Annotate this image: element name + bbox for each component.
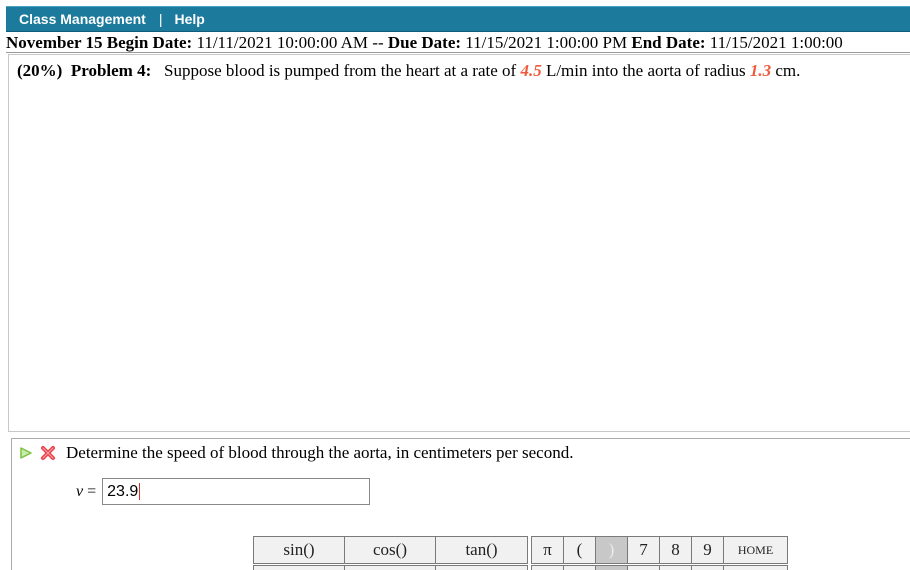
due-date-label: Due Date:	[387, 33, 462, 52]
problem-text-middle: L/min into the aorta of radius	[545, 61, 746, 80]
radius-variable: 1.3	[749, 61, 772, 80]
right-paren-key[interactable]: )	[595, 536, 628, 564]
class-management-link[interactable]: Class Management	[19, 11, 146, 27]
top-navigation-bar: Class Management | Help	[6, 6, 910, 32]
assignment-name: November 15	[6, 33, 103, 52]
help-link[interactable]: Help	[174, 11, 204, 27]
answer-row: v = 23.9	[76, 478, 371, 505]
end-date-value: 11/15/2021 1:00:00	[709, 33, 843, 52]
pi-key[interactable]: π	[531, 536, 564, 564]
answer-input[interactable]: 23.9	[102, 478, 371, 505]
keypad-row2-key[interactable]	[691, 565, 724, 570]
problem-weight: (20%)	[17, 61, 63, 80]
left-paren-key[interactable]: (	[563, 536, 596, 564]
part-question: Determine the speed of blood through the…	[66, 443, 574, 462]
keypad-row2-key[interactable]	[659, 565, 692, 570]
begin-date-value: 11/11/2021 10:00:00 AM	[196, 33, 369, 52]
nine-key[interactable]: 9	[691, 536, 724, 564]
keypad-row2-key[interactable]	[563, 565, 596, 570]
answer-label: v =	[76, 483, 96, 501]
dates-dash: --	[372, 33, 384, 52]
assignment-dates-line: November 15 Begin Date: 11/11/2021 10:00…	[6, 33, 910, 53]
incorrect-icon	[40, 445, 56, 461]
keypad-row2-key[interactable]	[344, 565, 436, 570]
answer-value: 23.9	[107, 482, 139, 500]
text-caret	[139, 483, 141, 500]
problem-text-after: cm.	[775, 61, 801, 80]
problem-statement-box: (20%) Problem 4: Suppose blood is pumped…	[8, 54, 910, 432]
problem-statement: (20%) Problem 4: Suppose blood is pumped…	[17, 61, 800, 81]
begin-date-label: Begin Date:	[106, 33, 193, 52]
eight-key[interactable]: 8	[659, 536, 692, 564]
keypad-row2-key[interactable]	[627, 565, 660, 570]
rate-variable: 4.5	[520, 61, 542, 80]
keypad-row2-key[interactable]	[723, 565, 788, 570]
keypad-row2-key[interactable]	[435, 565, 528, 570]
sin-key[interactable]: sin()	[253, 536, 345, 564]
play-icon[interactable]	[18, 445, 34, 461]
problem-text-before: Suppose blood is pumped from the heart a…	[164, 61, 517, 80]
due-date-value: 11/15/2021 1:00:00 PM	[465, 33, 628, 52]
tan-key[interactable]: tan()	[435, 536, 528, 564]
cos-key[interactable]: cos()	[344, 536, 436, 564]
answer-variable: v	[76, 482, 84, 500]
keypad-row2-key[interactable]	[595, 565, 628, 570]
part-header: Determine the speed of blood through the…	[18, 443, 573, 463]
part-box: Determine the speed of blood through the…	[11, 438, 910, 570]
problem-label: Problem 4:	[70, 61, 152, 80]
home-key[interactable]: HOME	[723, 536, 788, 564]
answer-equals: =	[87, 482, 97, 500]
seven-key[interactable]: 7	[627, 536, 660, 564]
nav-separator: |	[158, 11, 163, 27]
keypad-row2-key[interactable]	[531, 565, 564, 570]
end-date-label: End Date:	[631, 33, 706, 52]
keypad-row2-key[interactable]	[253, 565, 345, 570]
